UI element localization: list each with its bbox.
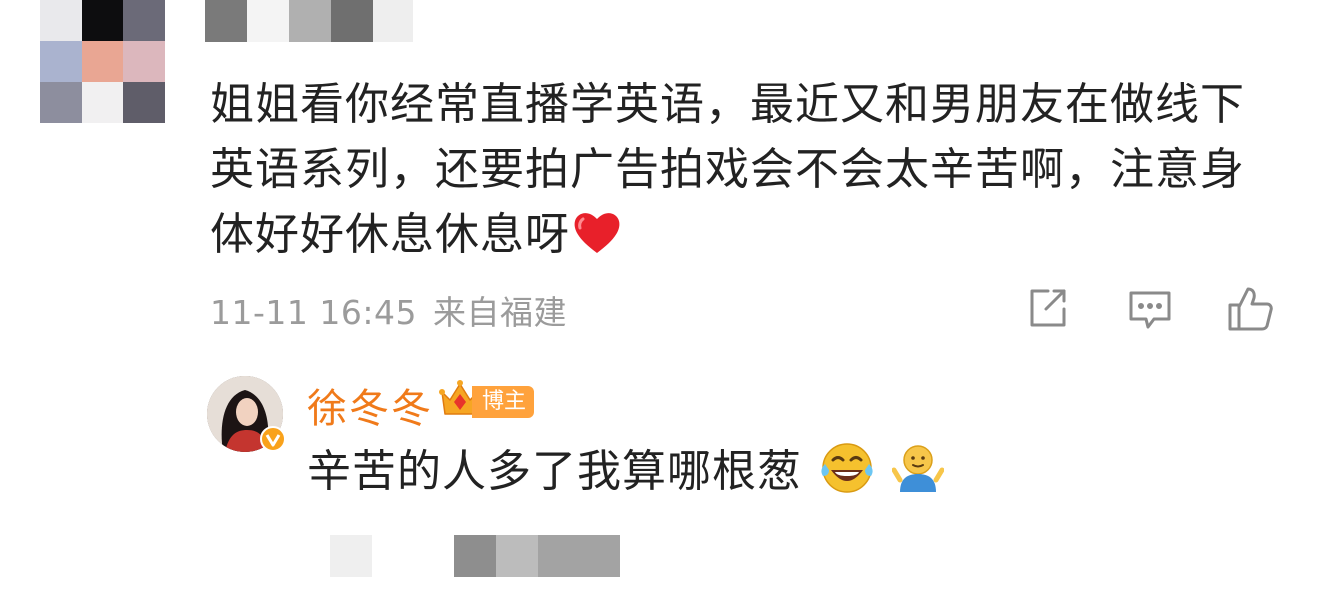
like-icon[interactable] [1226, 285, 1274, 333]
location: 来自福建 [432, 293, 567, 332]
mosaic-cell [40, 0, 82, 41]
reply-comment-icon[interactable] [1126, 285, 1174, 333]
mosaic-cell [289, 0, 331, 42]
pixelated-content [330, 535, 620, 577]
verified-badge-icon [260, 426, 286, 452]
reply-body: 辛苦的人多了我算哪根葱 [307, 446, 802, 497]
comment-meta: 11-11 16:45 来自福建 [210, 286, 567, 334]
mosaic-cell [373, 0, 413, 42]
mosaic-cell [538, 535, 620, 577]
mosaic-cell [40, 82, 82, 123]
mosaic-cell [330, 535, 372, 577]
mosaic-cell [372, 535, 454, 577]
mosaic-cell [81, 82, 124, 123]
mosaic-cell [123, 41, 165, 82]
mosaic-cell [81, 0, 124, 41]
heart-icon [572, 208, 622, 273]
share-icon[interactable] [1024, 285, 1072, 333]
laugh-cry-emoji [817, 440, 877, 512]
mosaic-cell [123, 0, 165, 41]
commenter-avatar-pixelated[interactable] [40, 0, 165, 123]
timestamp: 11-11 16:45 [210, 293, 417, 332]
mosaic-cell [496, 535, 538, 577]
mosaic-cell [81, 41, 124, 82]
mosaic-cell [205, 0, 247, 42]
mosaic-cell [331, 0, 373, 42]
mosaic-cell [40, 41, 82, 82]
shrug-emoji [891, 440, 945, 512]
author-tag-badge: 博主 [472, 386, 535, 418]
comment-body: 姐姐看你经常直播学英语，最近又和男朋友在做线下英语系列，还要拍广告拍戏会不会太辛… [210, 79, 1245, 260]
author-name[interactable]: 徐冬冬 [307, 376, 433, 434]
mosaic-cell [247, 0, 289, 42]
mosaic-cell [123, 82, 165, 123]
reply-text: 辛苦的人多了我算哪根葱 [307, 440, 945, 512]
mosaic-cell [454, 535, 496, 577]
comment-text: 姐姐看你经常直播学英语，最近又和男朋友在做线下英语系列，还要拍广告拍戏会不会太辛… [210, 72, 1250, 273]
commenter-name-pixelated[interactable] [205, 0, 413, 42]
